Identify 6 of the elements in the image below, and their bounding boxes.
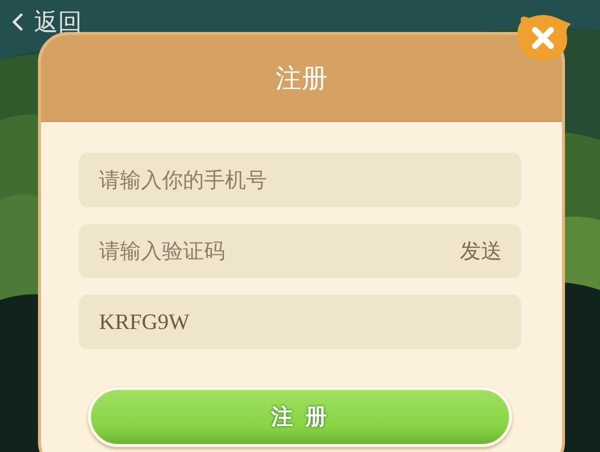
send-button[interactable]: 发送 bbox=[460, 237, 502, 265]
input-field[interactable]: KRFG9W bbox=[78, 294, 522, 350]
back-link[interactable]: 返回 bbox=[12, 6, 82, 38]
input-field[interactable]: 请输入你的手机号 bbox=[78, 152, 522, 208]
chevron-icon bbox=[12, 12, 24, 32]
dialog-title: 注册 bbox=[276, 62, 328, 96]
